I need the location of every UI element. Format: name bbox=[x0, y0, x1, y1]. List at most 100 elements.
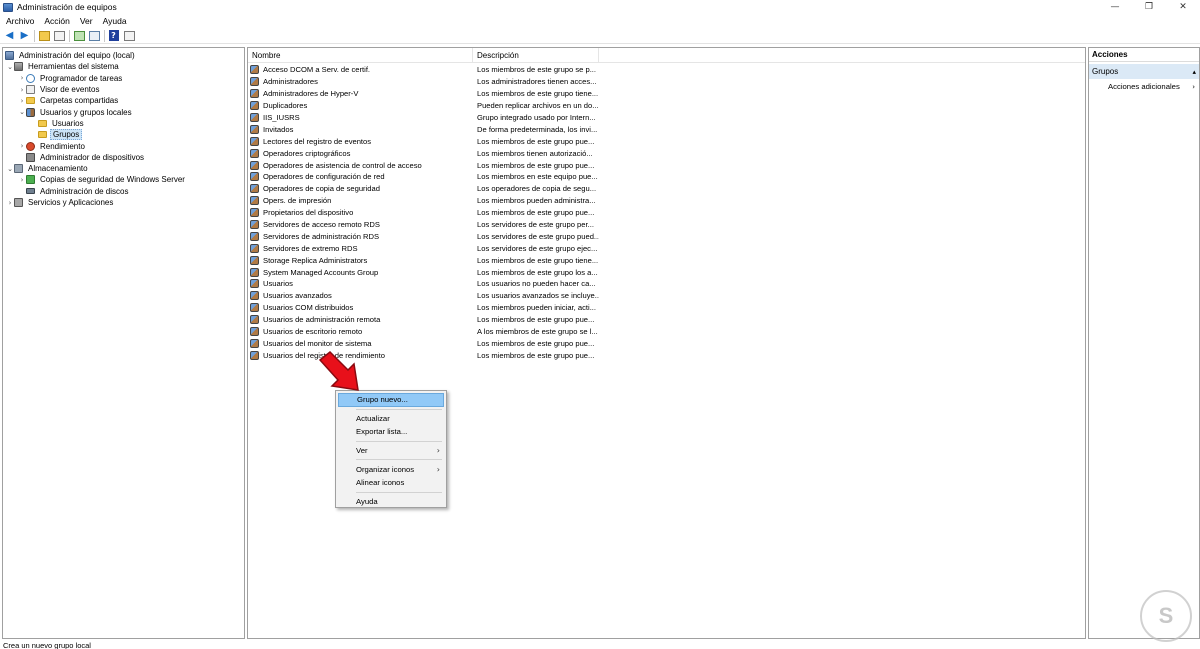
show-hide-tree-icon[interactable] bbox=[53, 29, 66, 42]
table-row[interactable]: Operadores criptográficos Los miembros ti… bbox=[248, 147, 1085, 159]
computer-management-icon bbox=[3, 2, 13, 12]
table-row[interactable]: Usuarios del registro de rendimiento Los … bbox=[248, 349, 1085, 361]
group-name-cell: Operadores de configuración de red bbox=[248, 172, 473, 182]
table-row[interactable]: Operadores de copia de seguridad Los oper… bbox=[248, 183, 1085, 195]
tree-item-discos[interactable]: Administración de discos bbox=[3, 186, 244, 197]
menu-item-ver[interactable]: Ver › bbox=[336, 444, 446, 458]
menu-item-grupo-nuevo[interactable]: Grupo nuevo... bbox=[338, 393, 444, 407]
more-actions-item[interactable]: Acciones adicionales › bbox=[1089, 79, 1199, 94]
table-row[interactable]: Administradores Los administradores tiene… bbox=[248, 76, 1085, 88]
table-row[interactable]: System Managed Accounts Group Los miembro… bbox=[248, 266, 1085, 278]
table-row[interactable]: Usuarios Los usuarios no pueden hacer ca.… bbox=[248, 278, 1085, 290]
tree-item-dispositivos[interactable]: Administrador de dispositivos bbox=[3, 152, 244, 163]
menu-item-alinear[interactable]: Alinear iconos bbox=[336, 476, 446, 490]
group-name-cell: Usuarios COM distribuidos bbox=[248, 303, 473, 313]
table-row[interactable]: Usuarios avanzados Los usuarios avanzados… bbox=[248, 290, 1085, 302]
up-folder-icon[interactable] bbox=[38, 29, 51, 42]
chevron-right-icon: › bbox=[1192, 82, 1195, 91]
menu-archivo[interactable]: Archivo bbox=[0, 16, 38, 26]
table-row[interactable]: Invitados De forma predeterminada, los in… bbox=[248, 123, 1085, 135]
group-icon bbox=[250, 65, 259, 75]
collapse-chevron-icon[interactable]: ⌄ bbox=[18, 108, 26, 116]
table-row[interactable]: Lectores del registro de eventos Los miem… bbox=[248, 135, 1085, 147]
column-header-nombre[interactable]: Nombre bbox=[248, 48, 473, 63]
tree-item-label: Almacenamiento bbox=[28, 164, 88, 174]
menu-item-actualizar[interactable]: Actualizar bbox=[336, 412, 446, 426]
menu-ver[interactable]: Ver bbox=[74, 16, 97, 26]
tree-item-herramientas[interactable]: ⌄ Herramientas del sistema bbox=[3, 61, 244, 72]
expand-chevron-icon[interactable]: › bbox=[18, 74, 26, 82]
table-row[interactable]: Administradores de Hyper-V Los miembros d… bbox=[248, 88, 1085, 100]
table-row[interactable]: Servidores de acceso remoto RDS Los servi… bbox=[248, 219, 1085, 231]
tree-item-visor-eventos[interactable]: › Visor de eventos bbox=[3, 84, 244, 95]
tree-item-copias[interactable]: › Copias de seguridad de Windows Server bbox=[3, 174, 244, 185]
group-name: Storage Replica Administrators bbox=[263, 255, 368, 265]
tree-item-label: Visor de eventos bbox=[40, 85, 100, 95]
tree-item-rendimiento[interactable]: › Rendimiento bbox=[3, 140, 244, 151]
group-icon bbox=[250, 101, 259, 111]
tree-item-almacenamiento[interactable]: ⌄ Almacenamiento bbox=[3, 163, 244, 174]
table-row[interactable]: Opers. de impresión Los miembros pueden a… bbox=[248, 195, 1085, 207]
expand-chevron-icon[interactable]: › bbox=[6, 199, 14, 207]
tree-item-servicios[interactable]: › Servicios y Aplicaciones bbox=[3, 197, 244, 208]
export-list-icon[interactable] bbox=[88, 29, 101, 42]
table-row[interactable]: Usuarios COM distribuidos Los miembros pu… bbox=[248, 302, 1085, 314]
group-description: Los usuarios avanzados se incluye... bbox=[477, 291, 599, 301]
restore-button[interactable]: ❐ bbox=[1132, 0, 1166, 14]
help-icon[interactable]: ? bbox=[108, 29, 121, 42]
group-description-cell: Los miembros de este grupo tiene... bbox=[473, 89, 599, 98]
back-icon[interactable]: ◀ bbox=[3, 29, 16, 42]
tree-item-label: Copias de seguridad de Windows Server bbox=[40, 175, 185, 185]
actions-section-grupos[interactable]: Grupos ▴ bbox=[1089, 64, 1199, 79]
table-row[interactable]: Propietarios del dispositivo Los miembros… bbox=[248, 207, 1085, 219]
menu-ayuda[interactable]: Ayuda bbox=[97, 16, 131, 26]
menu-item-exportar[interactable]: Exportar lista... bbox=[336, 425, 446, 439]
tree-item-usuarios[interactable]: Usuarios bbox=[3, 118, 244, 129]
forward-icon[interactable]: ▶ bbox=[18, 29, 31, 42]
collapse-chevron-icon[interactable]: ⌄ bbox=[6, 63, 14, 71]
tree-item-programador[interactable]: › Programador de tareas bbox=[3, 73, 244, 84]
table-row[interactable]: Usuarios del monitor de sistema Los miemb… bbox=[248, 337, 1085, 349]
expand-chevron-icon[interactable]: › bbox=[18, 86, 26, 94]
group-name: Usuarios avanzados bbox=[263, 291, 332, 301]
table-row[interactable]: Servidores de administración RDS Los serv… bbox=[248, 230, 1085, 242]
column-header-descripcion[interactable]: Descripción bbox=[473, 48, 599, 63]
group-description-cell: Los miembros tienen autorizació... bbox=[473, 149, 599, 158]
group-description: Los miembros de este grupo se p... bbox=[477, 65, 597, 75]
menu-item-ayuda[interactable]: Ayuda bbox=[336, 495, 446, 509]
group-description: Los miembros en este equipo pue... bbox=[477, 172, 598, 182]
group-description-cell: Los servidores de este grupo ejec... bbox=[473, 244, 599, 253]
expand-chevron-icon[interactable]: › bbox=[18, 97, 26, 105]
group-description-cell: De forma predeterminada, los invi... bbox=[473, 125, 599, 134]
group-icon bbox=[250, 89, 259, 99]
collapse-caret-icon[interactable]: ▴ bbox=[1192, 68, 1196, 76]
menu-item-organizar[interactable]: Organizar iconos › bbox=[336, 462, 446, 476]
tree-item-carpetas[interactable]: › Carpetas compartidas bbox=[3, 95, 244, 106]
table-row[interactable]: Operadores de configuración de red Los mi… bbox=[248, 171, 1085, 183]
table-row[interactable]: Duplicadores Pueden replicar archivos en … bbox=[248, 100, 1085, 112]
table-row[interactable]: Servidores de extremo RDS Los servidores … bbox=[248, 242, 1085, 254]
close-button[interactable]: ✕ bbox=[1166, 0, 1200, 14]
table-row[interactable]: Usuarios de administración remota Los mie… bbox=[248, 314, 1085, 326]
expand-chevron-icon[interactable]: › bbox=[18, 142, 26, 150]
table-row[interactable]: Usuarios de escritorio remoto A los miemb… bbox=[248, 326, 1085, 338]
group-name-cell: Operadores criptográficos bbox=[248, 148, 473, 158]
tree-item-usuarios-grupos[interactable]: ⌄ Usuarios y grupos locales bbox=[3, 106, 244, 117]
tree-root[interactable]: Administración del equipo (local) bbox=[3, 50, 244, 61]
table-row[interactable]: Storage Replica Administrators Los miembr… bbox=[248, 254, 1085, 266]
tree-item-grupos[interactable]: Grupos bbox=[3, 129, 244, 141]
toolbar-separator bbox=[104, 29, 105, 42]
refresh-icon[interactable] bbox=[73, 29, 86, 42]
expand-chevron-icon[interactable]: › bbox=[18, 176, 26, 184]
group-description: Los miembros de este grupo pue... bbox=[477, 350, 595, 360]
group-description: Los miembros de este grupo los a... bbox=[477, 267, 598, 277]
group-name: Usuarios del monitor de sistema bbox=[263, 338, 372, 348]
table-row[interactable]: IIS_IUSRS Grupo integrado usado por Inter… bbox=[248, 112, 1085, 124]
table-row[interactable]: Operadores de asistencia de control de a… bbox=[248, 159, 1085, 171]
collapse-chevron-icon[interactable]: ⌄ bbox=[6, 165, 14, 173]
minimize-button[interactable]: — bbox=[1098, 0, 1132, 14]
table-row[interactable]: Acceso DCOM a Serv. de certif. Los miembr… bbox=[248, 64, 1085, 76]
properties-icon[interactable] bbox=[123, 29, 136, 42]
group-icon bbox=[250, 196, 259, 206]
menu-accion[interactable]: Acción bbox=[38, 16, 74, 26]
